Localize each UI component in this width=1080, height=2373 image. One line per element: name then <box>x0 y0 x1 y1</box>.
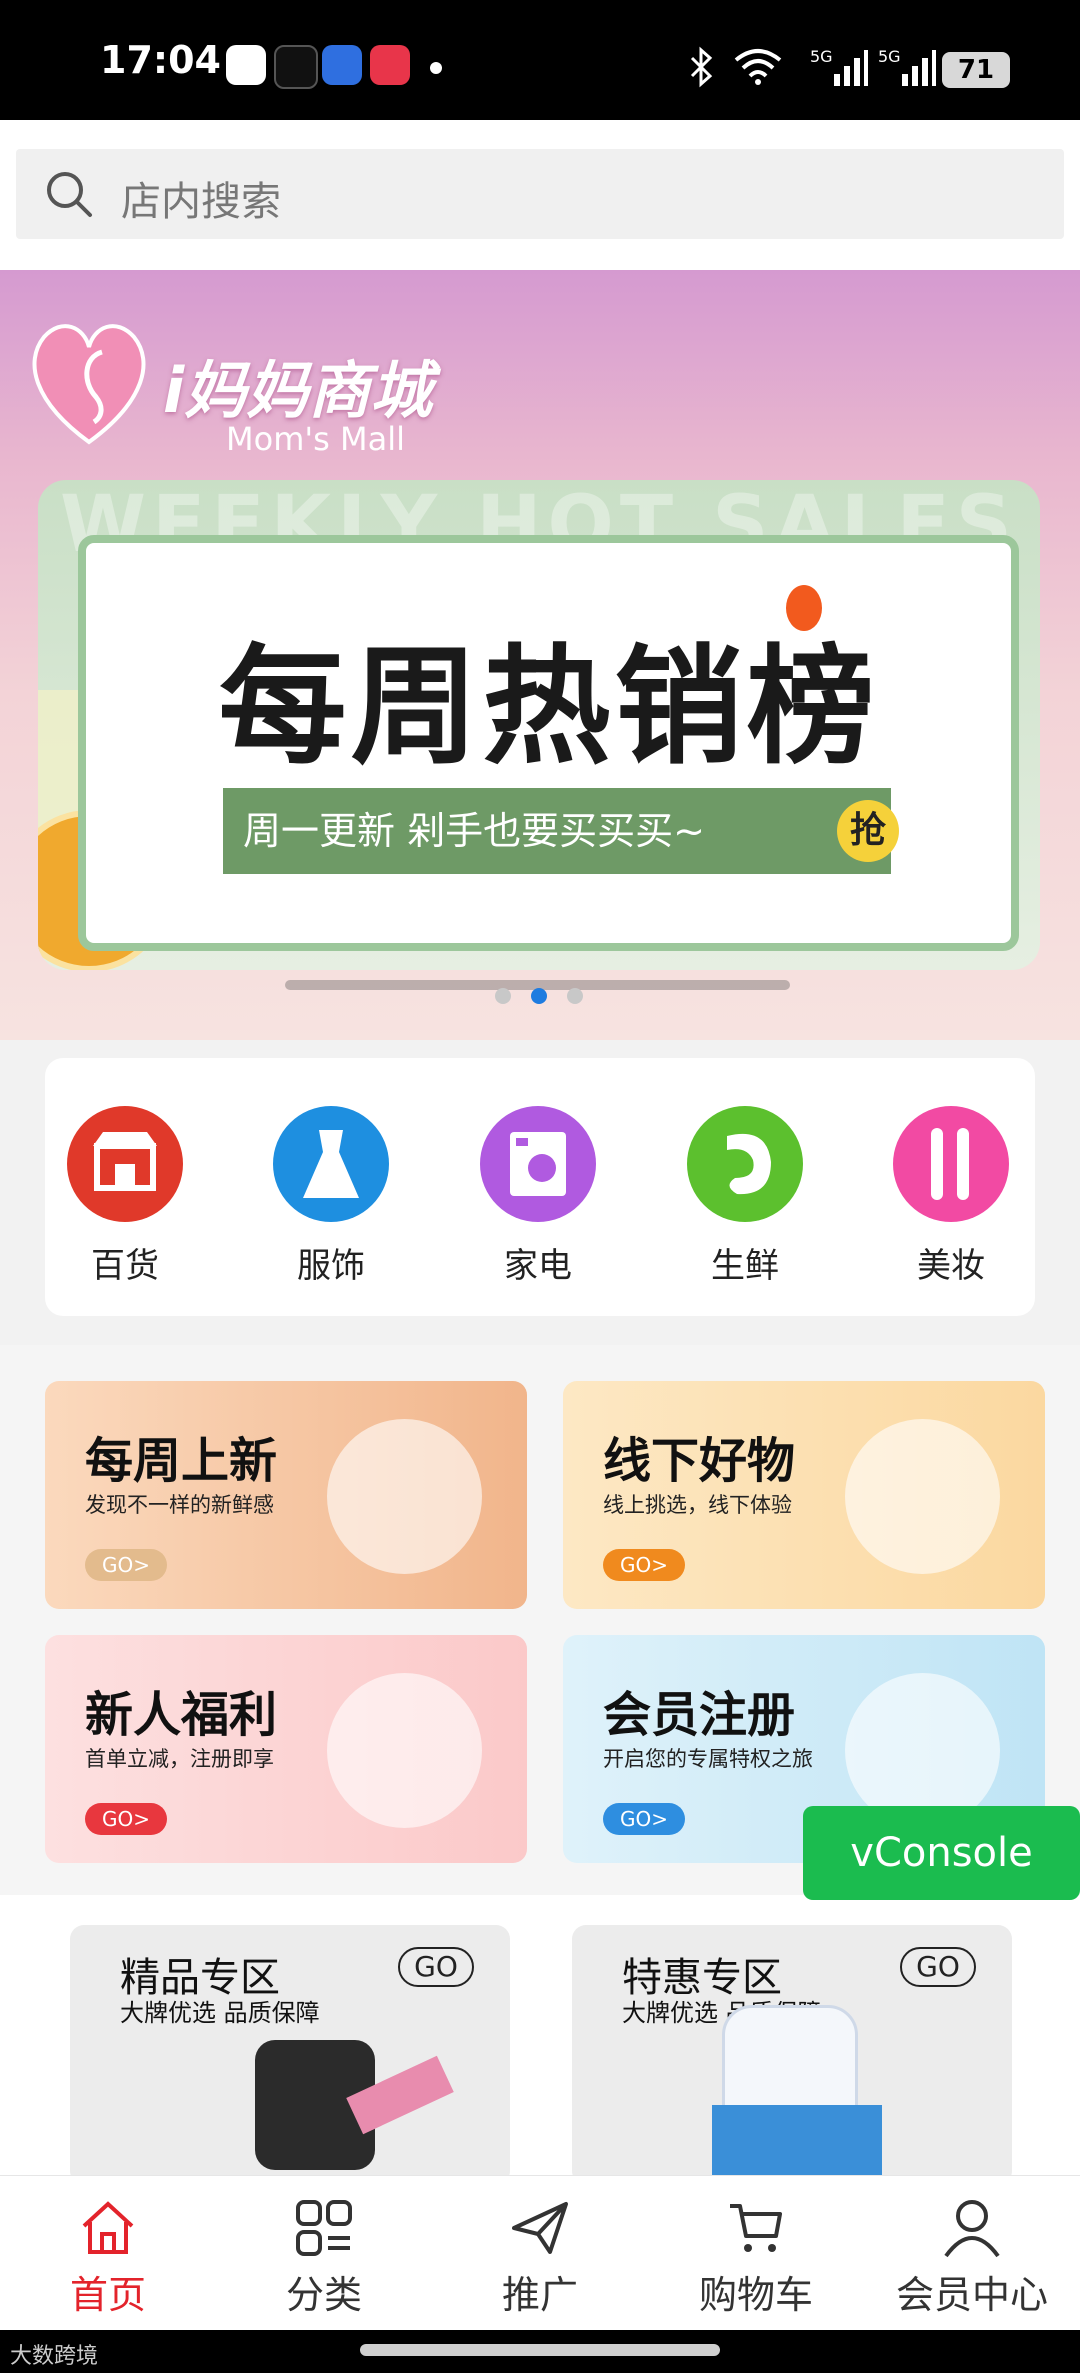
promo-go-button[interactable]: GO> <box>603 1803 685 1835</box>
zone-subtitle: 大牌优选 品质保障 <box>120 1999 320 2027</box>
gift-box-image <box>327 1419 482 1574</box>
category-item-fushi[interactable]: 服饰 <box>251 1058 411 1316</box>
promo-subtitle: 发现不一样的新鲜感 <box>85 1493 274 1517</box>
category-item-shengxian[interactable]: 生鲜 <box>665 1058 825 1316</box>
promo-go-button[interactable]: GO> <box>85 1803 167 1835</box>
gift-image <box>327 1673 482 1828</box>
search-bar[interactable]: 店内搜索 <box>16 149 1064 239</box>
category-label: 生鲜 <box>711 1246 779 1286</box>
tab-label: 首页 <box>69 2273 146 2317</box>
promo-card-newcomer[interactable]: 新人福利 首单立减，注册即享 GO> <box>45 1635 527 1863</box>
zone-card-discount[interactable]: 特惠专区 大牌优选 品质保障 GO <box>572 1925 1012 2185</box>
makeup-brush-icon <box>893 1106 1009 1222</box>
promo-title: 会员注册 <box>603 1687 796 1743</box>
shrimp-icon <box>687 1106 803 1222</box>
promo-go-button[interactable]: GO> <box>603 1549 685 1581</box>
category-label: 服饰 <box>297 1246 365 1286</box>
search-input[interactable]: 店内搜索 <box>121 169 281 227</box>
qq-icon <box>226 45 266 85</box>
wifi-icon <box>734 49 782 85</box>
promo-card-offline[interactable]: 线下好物 线上挑选，线下体验 GO> <box>563 1381 1045 1609</box>
zone-go-button[interactable]: GO <box>900 1947 976 1987</box>
promo-card-weekly-new[interactable]: 每周上新 发现不一样的新鲜感 GO> <box>45 1381 527 1609</box>
cart-icon <box>730 2204 782 2252</box>
svg-text:5G: 5G <box>878 47 901 66</box>
category-item-jiadian[interactable]: 家电 <box>458 1058 618 1316</box>
promo-title: 新人福利 <box>85 1687 278 1743</box>
logo-en: Mom's Mall <box>226 420 405 458</box>
banner-strip: 周一更新 剁手也要买买买~ 抢 <box>223 788 899 874</box>
category-label: 百货 <box>91 1246 159 1286</box>
dress-icon <box>273 1106 389 1222</box>
search-icon <box>47 172 92 217</box>
banner-carousel[interactable]: i妈妈商城 Mom's Mall WEEKLY HOT SALES 每周热销榜 … <box>0 270 1080 1040</box>
washer-icon <box>480 1106 596 1222</box>
mom-logo-icon <box>32 324 146 445</box>
promo-subtitle: 线上挑选，线下体验 <box>603 1493 792 1517</box>
banner-slide[interactable]: WEEKLY HOT SALES 每周热销榜 周一更新 剁手也要买买买~ 抢 <box>38 480 1040 970</box>
home-indicator[interactable] <box>360 2344 720 2356</box>
category-item-meizhuang[interactable]: 美妆 <box>871 1058 1031 1316</box>
carousel-dot-1[interactable] <box>495 988 511 1004</box>
shop-image <box>845 1419 1000 1574</box>
carousel-dot-3[interactable] <box>567 988 583 1004</box>
svg-text:5G: 5G <box>810 47 833 66</box>
zone-go-button[interactable]: GO <box>398 1947 474 1987</box>
zone-card-premium[interactable]: 精品专区 大牌优选 品质保障 GO <box>70 1925 510 2185</box>
category-section: 百货 服饰 家电 生鲜 美妆 <box>0 1040 1080 1345</box>
store-icon <box>67 1106 183 1222</box>
home-icon <box>82 2201 134 2254</box>
user-icon <box>944 2200 1000 2258</box>
signal-5g-icon: 5G <box>810 47 868 86</box>
vconsole-button[interactable]: vConsole <box>803 1806 1080 1900</box>
vip-crown-image <box>845 1673 1000 1828</box>
grab-badge[interactable]: 抢 <box>837 800 899 862</box>
tiktok-icon <box>274 45 318 89</box>
battery-icon: 71 <box>942 52 1010 88</box>
tab-label: 推广 <box>501 2273 578 2317</box>
logo-name: i妈妈商城 <box>163 354 433 427</box>
banner-title: 每周热销榜 <box>218 633 879 782</box>
promo-go-button[interactable]: GO> <box>85 1549 167 1581</box>
promo-title: 线下好物 <box>603 1433 796 1489</box>
tab-label: 会员中心 <box>895 2273 1048 2317</box>
gesture-bar: 大数跨境 <box>0 2330 1080 2373</box>
flame-icon <box>786 585 822 631</box>
carousel-dot-2[interactable] <box>531 988 547 1004</box>
signal-5g-icon-2: 5G <box>878 47 936 86</box>
dot-icon <box>430 62 442 74</box>
product-pack-image <box>712 2105 882 2185</box>
paper-plane-icon <box>512 2202 568 2254</box>
category-panel: 百货 服饰 家电 生鲜 美妆 <box>45 1058 1035 1316</box>
status-time: 17:04 <box>100 38 221 82</box>
promo-subtitle: 开启您的专属特权之旅 <box>603 1747 813 1771</box>
banner-strip-text: 周一更新 剁手也要买买买~ <box>243 809 705 853</box>
status-bar: 17:04 5G 5G 71 <box>0 0 1080 120</box>
tab-label: 分类 <box>285 2273 362 2317</box>
promo-subtitle: 首单立减，注册即享 <box>85 1747 274 1771</box>
tab-label: 购物车 <box>698 2273 813 2317</box>
category-label: 美妆 <box>917 1246 985 1286</box>
bottom-watermark: 大数跨境 <box>10 2344 99 2369</box>
category-item-baihuo[interactable]: 百货 <box>45 1058 205 1316</box>
category-icon <box>296 2200 352 2256</box>
category-label: 家电 <box>504 1246 572 1286</box>
promo-title: 每周上新 <box>85 1433 278 1489</box>
zone-section: 精品专区 大牌优选 品质保障 GO 特惠专区 大牌优选 品质保障 GO <box>45 1905 1035 2185</box>
bluetooth-icon <box>690 46 713 88</box>
banner-frame: 每周热销榜 周一更新 剁手也要买买买~ 抢 <box>78 535 1019 951</box>
video-icon <box>370 45 410 85</box>
baidu-icon <box>322 45 362 85</box>
